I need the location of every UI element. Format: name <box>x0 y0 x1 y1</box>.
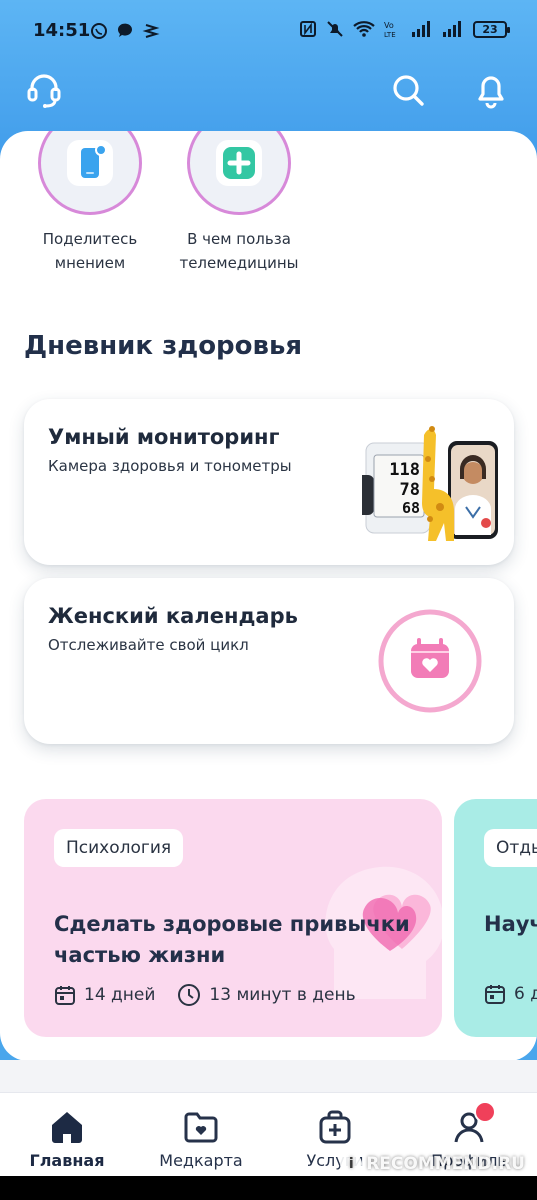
smart-monitoring-card[interactable]: Умный мониторинг Камера здоровья и тоном… <box>24 399 514 565</box>
promo-meta: 6 д <box>484 983 537 1005</box>
nav-label: Медкарта <box>159 1151 243 1170</box>
chat-icon <box>117 23 132 37</box>
card-title: Умный мониторинг <box>48 425 280 449</box>
watermark: i RECOMMEND.RU <box>340 1153 525 1175</box>
main-content: Поделитесь мнением В чем польза телемеди… <box>0 131 537 1061</box>
promo-card-psychology[interactable]: Психология Сделать здоровые привычки час… <box>24 799 442 1037</box>
status-bar: 14:51 Vo LTE 23 <box>0 0 537 62</box>
watermark-logo: i <box>340 1153 363 1175</box>
app-header <box>0 62 537 122</box>
tonometer-value: 68 <box>402 499 420 517</box>
story-label: Поделитесь мнением <box>15 227 165 275</box>
page-background <box>0 1060 537 1092</box>
promo-meta: 14 дней 13 минут в день <box>54 983 356 1007</box>
promo-tag: Психология <box>54 829 184 867</box>
battery-icon: 23 <box>473 20 510 38</box>
tonometer-value: 78 <box>400 480 420 500</box>
wifi-icon <box>353 21 375 37</box>
nav-label: Главная <box>29 1151 105 1170</box>
nav-home[interactable]: Главная <box>12 1107 122 1170</box>
promo-card-rest[interactable]: Отды Науч 6 д <box>454 799 537 1037</box>
status-system-icons: Vo LTE 23 <box>299 20 510 38</box>
volte-icon: VoLTE <box>384 21 396 38</box>
promo-title: Науч <box>484 912 537 936</box>
promo-title: Сделать здоровые привычки частью жизни <box>54 912 410 967</box>
tonometer-value: 118 <box>389 460 420 480</box>
story-telemedicine[interactable]: В чем польза телемедицины <box>164 131 314 275</box>
story-share-opinion[interactable]: Поделитесь мнением <box>15 131 165 275</box>
story-ring <box>38 131 142 215</box>
promo-duration: 14 дней <box>84 985 156 1005</box>
watermark-text: RECOMMEND.RU <box>366 1154 525 1174</box>
monitoring-devices-illustration: 118 78 68 <box>362 426 498 541</box>
home-icon <box>52 1112 82 1143</box>
status-notification-icons <box>90 22 160 40</box>
card-title: Женский календарь <box>48 604 298 628</box>
calendar-icon <box>55 986 75 1005</box>
story-label-line: В чем польза <box>187 230 291 248</box>
calendar-heart-icon <box>378 609 482 713</box>
battery-level: 23 <box>482 22 498 36</box>
support-headset-icon[interactable] <box>24 70 64 110</box>
medical-folder-icon <box>184 1112 218 1143</box>
story-label: В чем польза телемедицины <box>164 227 314 275</box>
status-time: 14:51 <box>33 20 91 41</box>
nav-medcard[interactable]: Медкарта <box>146 1107 256 1170</box>
system-gesture-bar <box>0 1176 537 1200</box>
svg-text:LTE: LTE <box>384 31 396 38</box>
bell-icon[interactable] <box>471 70 511 110</box>
whatsapp-icon <box>91 23 107 39</box>
medical-plus-icon <box>216 140 262 186</box>
story-ring <box>187 131 291 215</box>
card-subtitle: Камера здоровья и тонометры <box>48 457 292 475</box>
signal-icon <box>443 21 461 37</box>
womens-calendar-card[interactable]: Женский календарь Отслеживайте свой цикл <box>24 578 514 744</box>
story-label-line: телемедицины <box>179 254 299 272</box>
nfc-icon <box>300 21 316 37</box>
story-label-line: мнением <box>54 254 126 272</box>
mute-icon <box>327 21 343 37</box>
section-title-health-diary: Дневник здоровья <box>24 331 303 361</box>
svg-text:Vo: Vo <box>384 21 394 30</box>
story-label-line: Поделитесь <box>42 230 138 248</box>
calendar-icon <box>485 985 505 1004</box>
notification-badge <box>474 1101 496 1123</box>
medical-bag-icon <box>319 1110 351 1144</box>
app-icon <box>142 24 160 38</box>
promo-tag: Отды <box>484 829 537 867</box>
clock-icon <box>178 984 201 1006</box>
card-subtitle: Отслеживайте свой цикл <box>48 636 249 654</box>
promo-time-per-day: 13 минут в день <box>209 985 356 1005</box>
signal-icon <box>412 21 430 37</box>
phone-feedback-icon <box>67 140 113 186</box>
promo-duration: 6 д <box>514 984 537 1004</box>
search-icon[interactable] <box>388 70 428 110</box>
